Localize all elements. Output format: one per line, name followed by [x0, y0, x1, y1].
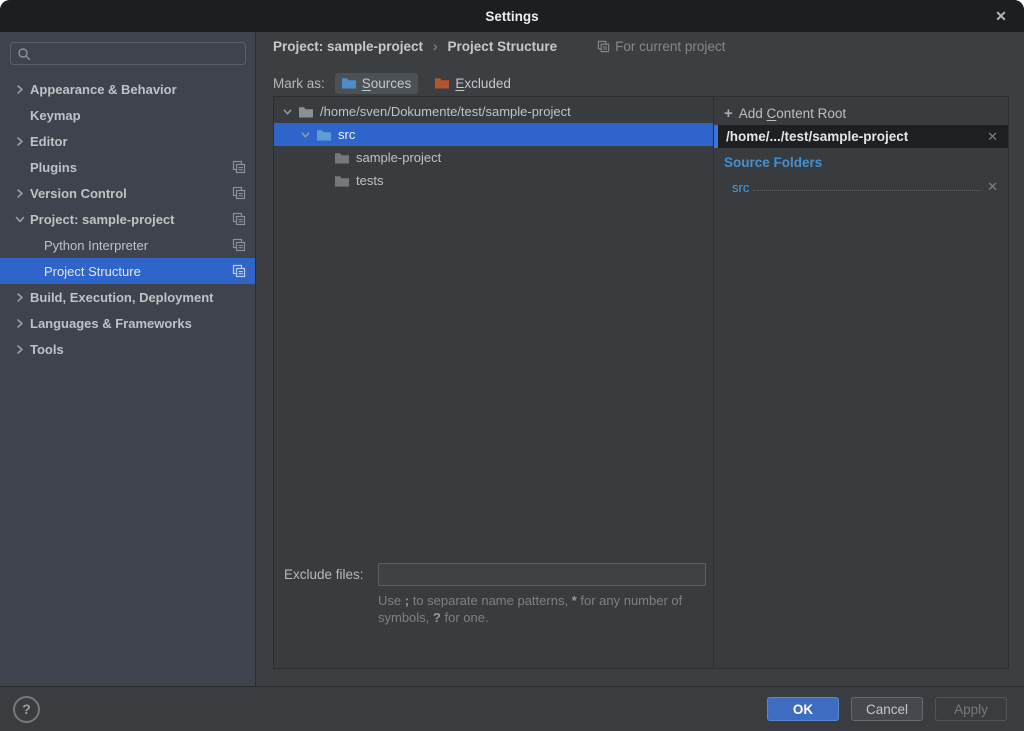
exclude-files-input[interactable]: [378, 563, 706, 586]
sidebar-item-project-sample-project[interactable]: Project: sample-project: [0, 206, 255, 232]
tree-row-content-root[interactable]: /home/sven/Dokumente/test/sample-project: [274, 100, 713, 123]
folder-icon: [334, 150, 350, 166]
mark-as-toolbar: Mark as: Sources Excluded: [273, 73, 518, 94]
directory-tree: /home/sven/Dokumente/test/sample-project…: [274, 100, 713, 192]
chevron-down-icon[interactable]: [12, 214, 28, 225]
content-tree-panel: /home/sven/Dokumente/test/sample-project…: [274, 97, 713, 668]
remove-content-root-icon[interactable]: ✕: [987, 129, 998, 145]
source-folders-title: Source Folders: [724, 155, 822, 170]
search-input[interactable]: [31, 46, 245, 61]
sidebar-item-project-structure[interactable]: Project Structure: [0, 258, 255, 284]
sidebar-item-editor[interactable]: Editor: [0, 128, 255, 154]
exclude-files-section: Exclude files: Use ; to separate name pa…: [274, 563, 713, 626]
exclude-files-label: Exclude files:: [284, 567, 378, 582]
per-project-settings-icon: [232, 238, 246, 252]
plus-icon: +: [724, 105, 733, 122]
titlebar: Settings ✕: [0, 0, 1024, 32]
sidebar-item-appearance-behavior[interactable]: Appearance & Behavior: [0, 76, 255, 102]
close-icon[interactable]: ✕: [990, 0, 1012, 32]
search-box[interactable]: [10, 42, 246, 65]
chevron-right-icon[interactable]: [12, 292, 28, 303]
scope-note: For current project: [597, 39, 725, 54]
page-title: Settings: [485, 9, 538, 24]
search-icon: [17, 47, 31, 61]
sidebar-item-keymap[interactable]: Keymap: [0, 102, 255, 128]
chevron-right-icon[interactable]: [12, 318, 28, 329]
apply-button[interactable]: Apply: [935, 697, 1007, 721]
chevron-right-icon[interactable]: [12, 136, 28, 147]
folder-icon: [334, 173, 350, 189]
source-folder-icon: [316, 127, 332, 143]
sources-folder-icon: [341, 75, 357, 91]
folder-icon: [298, 104, 314, 120]
exclude-files-hint: Use ; to separate name patterns, * for a…: [378, 592, 713, 626]
chevron-right-icon[interactable]: [12, 84, 28, 95]
ok-button[interactable]: OK: [767, 697, 839, 721]
source-folder-item-src[interactable]: src ✕: [714, 177, 1008, 197]
help-button[interactable]: ?: [13, 696, 40, 723]
content-root-item[interactable]: /home/.../test/sample-project ✕: [714, 125, 1008, 148]
per-project-settings-icon: [597, 40, 610, 53]
add-content-root-button[interactable]: + Add Content Root: [724, 105, 846, 122]
breadcrumb-page: Project Structure: [448, 39, 558, 54]
tree-row-sample-project[interactable]: sample-project: [274, 146, 713, 169]
chevron-down-icon[interactable]: [280, 107, 294, 117]
sidebar-item-languages-frameworks[interactable]: Languages & Frameworks: [0, 310, 255, 336]
sidebar-item-build-execution-deployment[interactable]: Build, Execution, Deployment: [0, 284, 255, 310]
chevron-right-icon[interactable]: [12, 188, 28, 199]
tree-row-src[interactable]: src: [274, 123, 713, 146]
remove-source-folder-icon[interactable]: ✕: [987, 179, 998, 195]
sidebar-item-version-control[interactable]: Version Control: [0, 180, 255, 206]
settings-content: Project: sample-project › Project Struct…: [257, 32, 1024, 686]
sidebar-item-plugins[interactable]: Plugins: [0, 154, 255, 180]
mark-as-label: Mark as:: [273, 76, 325, 91]
per-project-settings-icon: [232, 264, 246, 278]
dotted-leader: [753, 190, 981, 191]
content-root-panel: + Add Content Root /home/.../test/sample…: [714, 97, 1008, 668]
chevron-right-icon[interactable]: [12, 344, 28, 355]
settings-nav: Appearance & Behavior Keymap Editor Plug…: [0, 76, 255, 362]
breadcrumb: Project: sample-project › Project Struct…: [273, 39, 725, 54]
sidebar-item-python-interpreter[interactable]: Python Interpreter: [0, 232, 255, 258]
chevron-down-icon[interactable]: [298, 130, 312, 140]
breadcrumb-project: Project: sample-project: [273, 39, 423, 54]
settings-dialog: Settings ✕ Appearance & Behavior Keymap …: [0, 0, 1024, 731]
project-structure-panels: /home/sven/Dokumente/test/sample-project…: [273, 96, 1009, 669]
settings-sidebar: Appearance & Behavior Keymap Editor Plug…: [0, 32, 256, 686]
sidebar-item-tools[interactable]: Tools: [0, 336, 255, 362]
mark-excluded-button[interactable]: Excluded: [428, 73, 518, 94]
excluded-folder-icon: [434, 75, 450, 91]
per-project-settings-icon: [232, 186, 246, 200]
content-root-path: /home/.../test/sample-project: [726, 129, 908, 144]
breadcrumb-separator-icon: ›: [433, 39, 438, 54]
mark-sources-button[interactable]: Sources: [335, 73, 419, 94]
per-project-settings-icon: [232, 212, 246, 226]
tree-row-tests[interactable]: tests: [274, 169, 713, 192]
dialog-footer: ? OK Cancel Apply: [0, 686, 1024, 731]
source-folder-name: src: [732, 180, 749, 195]
per-project-settings-icon: [232, 160, 246, 174]
cancel-button[interactable]: Cancel: [851, 697, 923, 721]
